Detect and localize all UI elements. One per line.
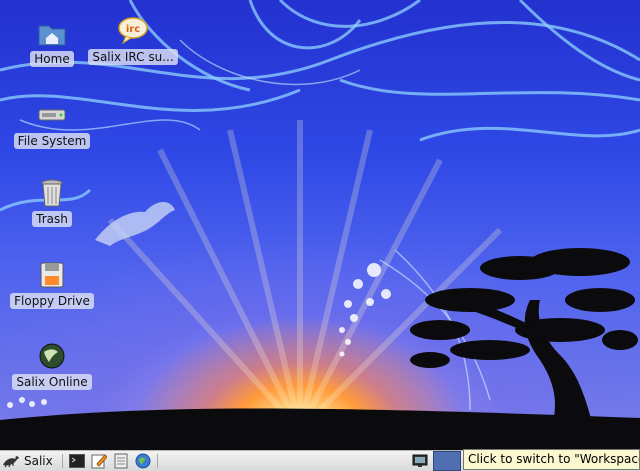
- desktop-icon-floppy-drive[interactable]: Floppy Drive: [4, 260, 100, 309]
- launcher-terminal[interactable]: [68, 452, 86, 470]
- desktop-icon-salix-online[interactable]: Salix Online: [4, 341, 100, 390]
- desktop-icon-trash[interactable]: Trash: [4, 178, 100, 227]
- workspace-pager-workspace-4[interactable]: [433, 451, 461, 471]
- application-menu-button[interactable]: Salix: [0, 451, 59, 471]
- desktop-icon-label: Trash: [32, 211, 72, 227]
- salix-logo-icon: [3, 456, 19, 468]
- text-editor-icon: [91, 454, 107, 469]
- desktop-icon-file-system[interactable]: File System: [4, 100, 100, 149]
- file-manager-icon: [114, 453, 128, 469]
- web-browser-icon: [135, 453, 151, 469]
- desktop-icon-salix-irc[interactable]: irc Salix IRC su...: [85, 16, 181, 65]
- launcher-web-browser[interactable]: [134, 452, 152, 470]
- workspace-tooltip: Click to switch to "Workspace 4": [463, 449, 640, 470]
- trash-icon: [41, 179, 63, 207]
- irc-icon: irc: [118, 17, 148, 45]
- taskbar-separator: [156, 454, 158, 468]
- launcher-text-editor[interactable]: [90, 452, 108, 470]
- desktop-icon-label: Home: [30, 51, 74, 67]
- taskbar-separator: [61, 454, 63, 468]
- desktop-icon-label: Floppy Drive: [10, 293, 94, 309]
- home-folder-icon: [38, 25, 66, 46]
- tray-network[interactable]: [411, 452, 429, 470]
- terminal-icon: [68, 454, 85, 468]
- application-menu-label: Salix: [24, 454, 53, 468]
- svg-text:irc: irc: [126, 24, 140, 35]
- desktop-icon-label: Salix IRC su...: [88, 49, 178, 65]
- globe-icon: [39, 343, 65, 369]
- floppy-drive-icon: [40, 262, 64, 288]
- hard-drive-icon: [38, 109, 66, 121]
- desktop-icon-label: File System: [13, 133, 91, 149]
- network-monitor-icon: [412, 454, 428, 467]
- launcher-file-manager[interactable]: [112, 452, 130, 470]
- desktop-icon-label: Salix Online: [12, 374, 92, 390]
